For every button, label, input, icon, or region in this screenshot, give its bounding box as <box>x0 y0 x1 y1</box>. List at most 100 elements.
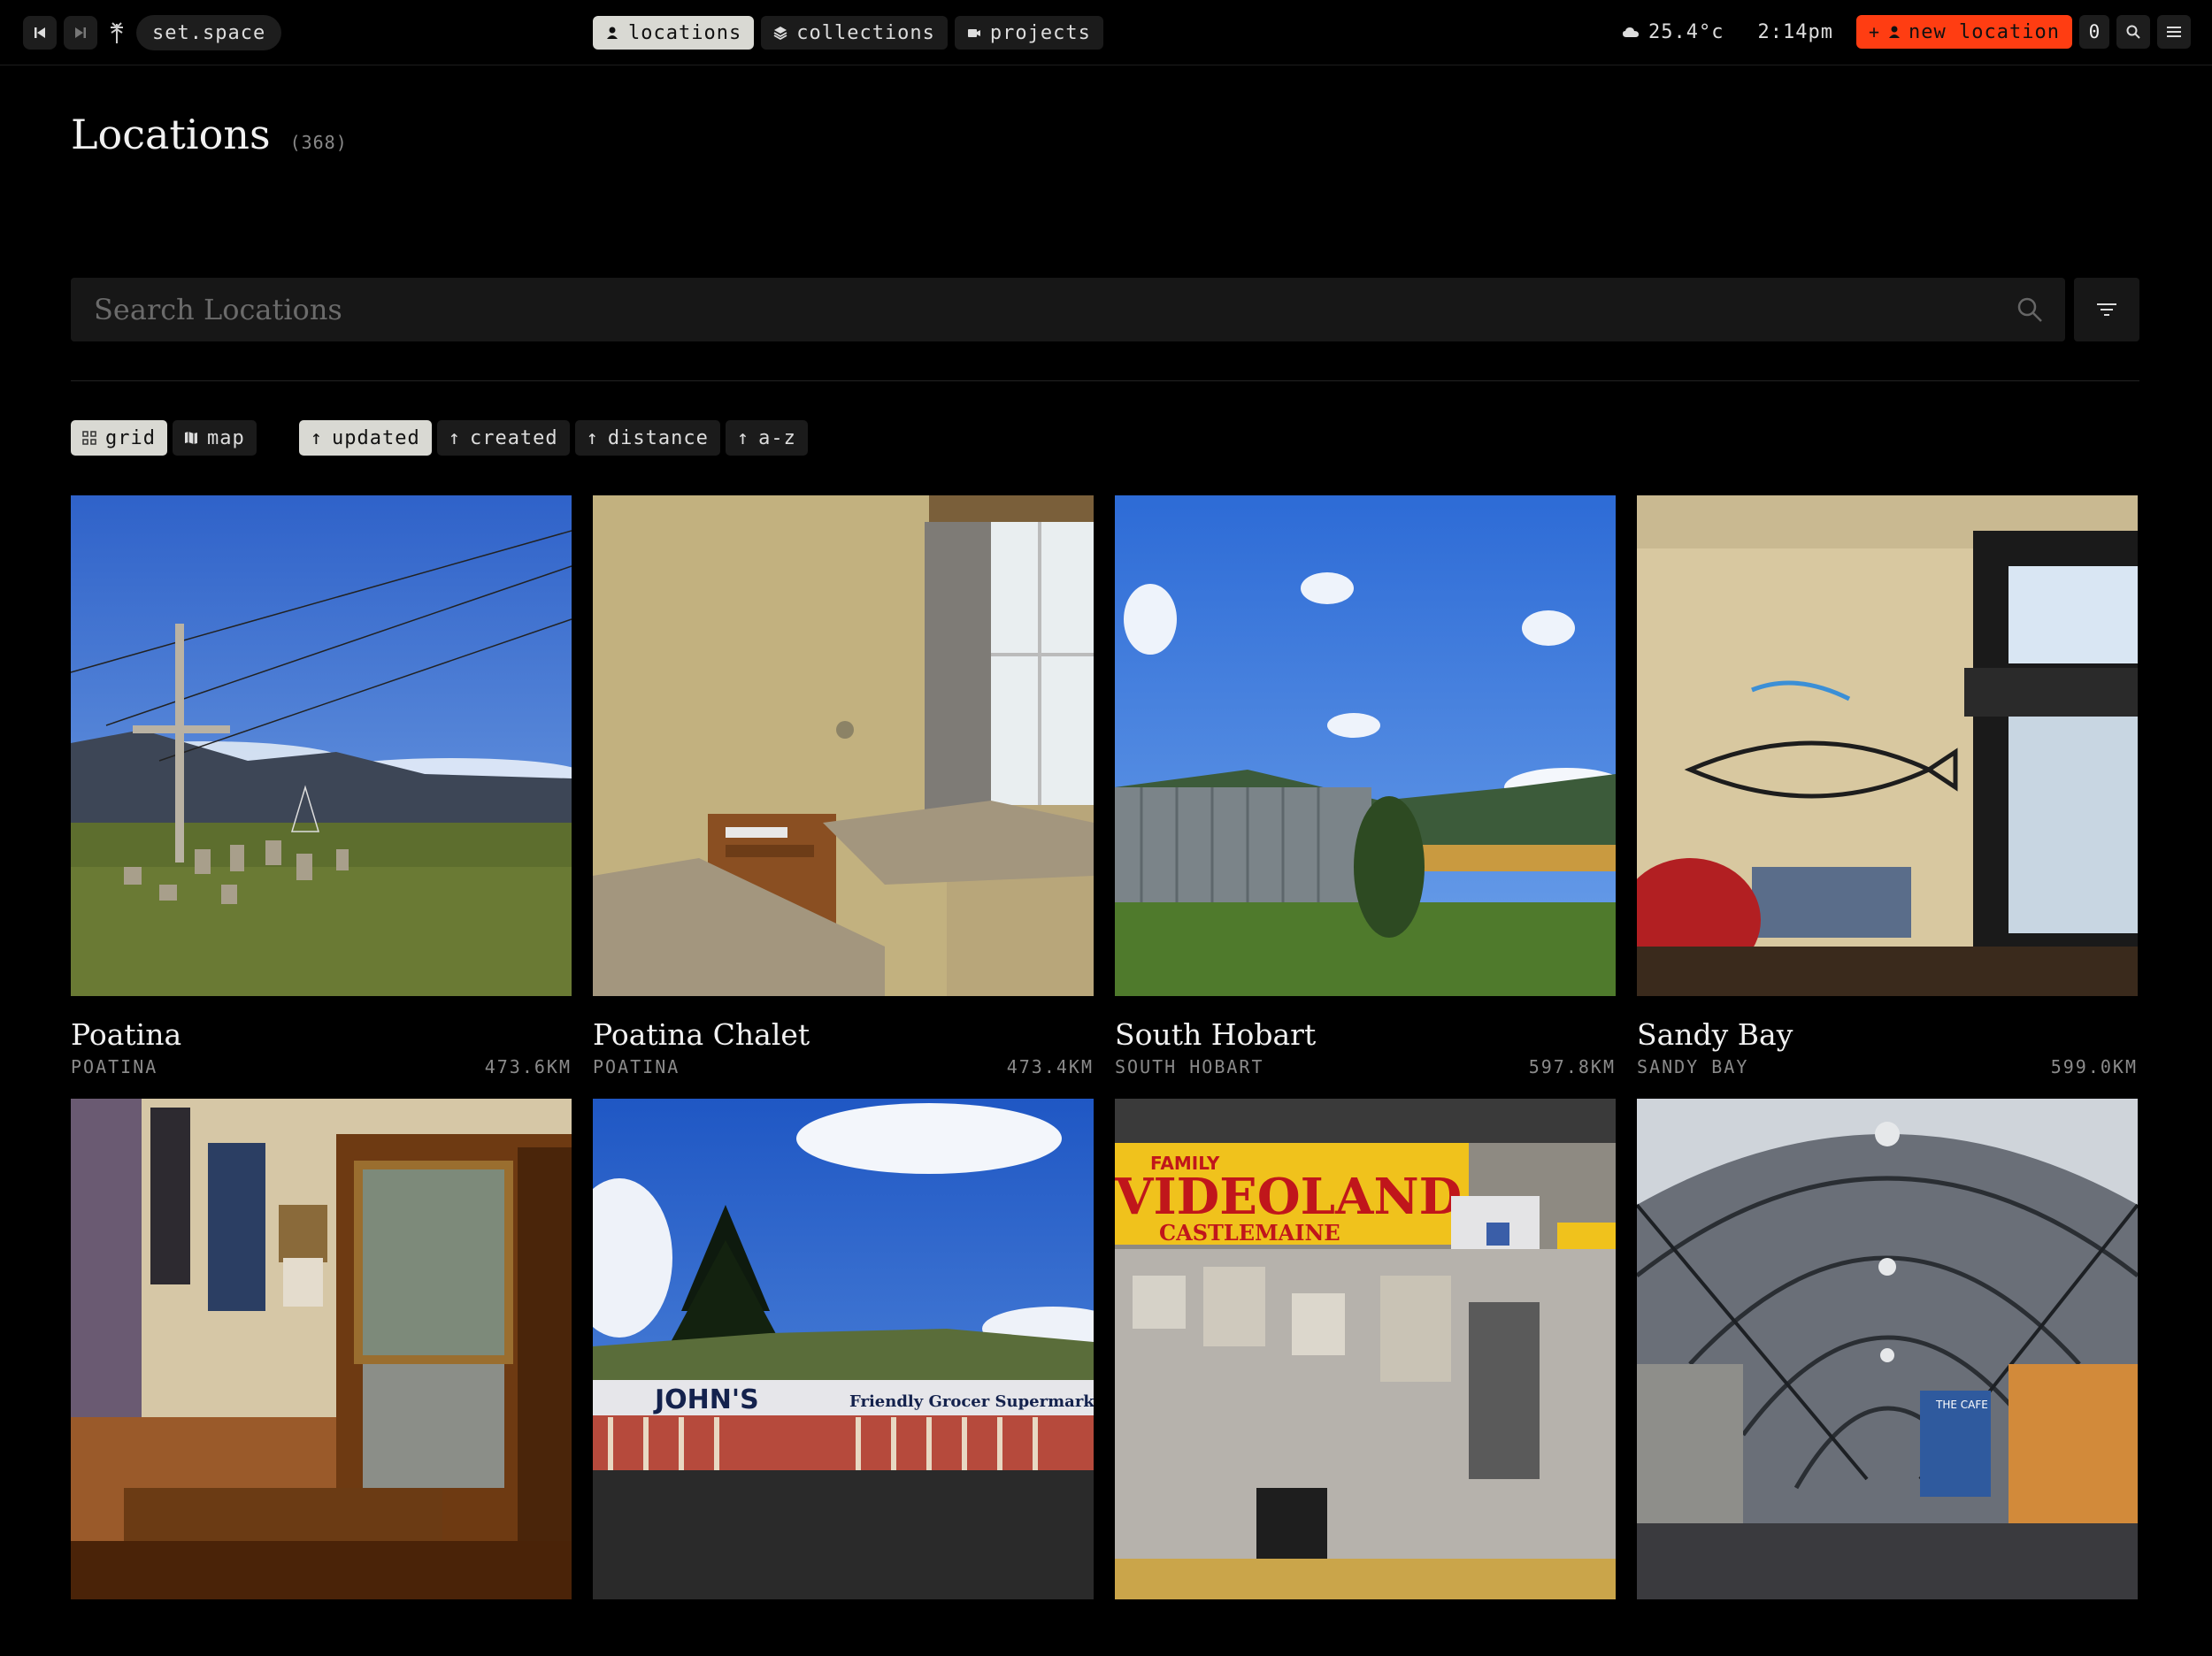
sort-az-label: a-z <box>758 426 796 449</box>
location-card[interactable]: FAMILY VIDEOLAND CASTLEMAINE <box>1115 1099 1616 1656</box>
location-meta <box>1637 1621 2138 1656</box>
location-photo[interactable] <box>1115 495 1616 996</box>
page-title: Locations <box>71 111 271 158</box>
map-icon <box>184 432 197 444</box>
page-header: Locations (368) <box>71 111 348 158</box>
sort-distance-label: distance <box>607 426 709 449</box>
location-card[interactable]: Poatina Chalet POATINA 473.4KM <box>593 495 1094 1092</box>
location-card[interactable]: JOHN'S Friendly Grocer Supermarket <box>593 1099 1094 1656</box>
tab-projects[interactable]: projects <box>954 16 1103 50</box>
weather-status: 25.4°c 2:14pm <box>1622 21 1833 43</box>
sort-updated-label: updated <box>331 426 420 449</box>
top-bar-right: 25.4°c 2:14pm + new location 0 <box>1622 15 2191 49</box>
location-photo[interactable]: JOHN'S Friendly Grocer Supermarket <box>593 1099 1094 1599</box>
arrow-up-icon: ↑ <box>586 426 599 449</box>
divider <box>71 380 2139 381</box>
location-card[interactable] <box>71 1099 572 1656</box>
location-name[interactable]: Poatina <box>71 1017 572 1053</box>
location-photo[interactable] <box>593 495 1094 996</box>
skip-forward-icon <box>75 27 86 38</box>
search-bar <box>71 278 2065 341</box>
arrow-up-icon: ↑ <box>310 426 323 449</box>
location-meta: POATINA 473.4KM <box>593 1056 1094 1092</box>
menu-button[interactable] <box>2157 15 2191 49</box>
arrow-up-icon: ↑ <box>448 426 461 449</box>
hamburger-icon <box>2167 27 2181 37</box>
camera-icon <box>967 29 980 37</box>
sort-az-button[interactable]: ↑ a-z <box>725 420 808 456</box>
shop-sign-main: THE CAFE <box>1935 1399 1988 1411</box>
location-name[interactable]: South Hobart <box>1115 1017 1616 1053</box>
new-location-label: new location <box>1909 20 2060 43</box>
top-bar: set.space locations collections projects… <box>0 0 2212 65</box>
view-toolbar: grid map ↑ updated ↑ created ↑ distance … <box>71 420 813 456</box>
location-photo[interactable]: THE CAFE <box>1637 1099 2138 1599</box>
location-name[interactable]: Sandy Bay <box>1637 1017 2138 1053</box>
plus-pin-icon: + <box>1869 21 1881 42</box>
location-card[interactable]: South Hobart SOUTH HOBART 597.8KM <box>1115 495 1616 1092</box>
search-icon <box>2126 25 2140 39</box>
tab-locations[interactable]: locations <box>593 16 755 50</box>
view-map-button[interactable]: map <box>172 420 257 456</box>
notification-count[interactable]: 0 <box>2079 15 2109 49</box>
space-name[interactable]: set.space <box>136 15 282 50</box>
view-map-label: map <box>206 426 245 449</box>
skip-back-icon <box>35 27 45 38</box>
pin-icon <box>1889 26 1901 38</box>
location-meta: SOUTH HOBART 597.8KM <box>1115 1056 1616 1092</box>
location-card[interactable]: Sandy Bay SANDY BAY 599.0KM <box>1637 495 2138 1092</box>
location-distance: 599.0KM <box>2050 1056 2138 1077</box>
pin-icon <box>607 27 618 39</box>
sort-created-button[interactable]: ↑ created <box>436 420 570 456</box>
sort-created-label: created <box>469 426 558 449</box>
tab-projects-label: projects <box>989 21 1091 44</box>
sort-distance-button[interactable]: ↑ distance <box>574 420 720 456</box>
location-photo[interactable] <box>71 495 572 996</box>
tab-collections-label: collections <box>796 21 935 44</box>
location-meta: POATINA 473.6KM <box>71 1056 572 1092</box>
location-meta <box>1115 1621 1616 1656</box>
temperature: 25.4°c <box>1648 20 1724 43</box>
location-photo[interactable] <box>71 1099 572 1599</box>
location-grid: Poatina POATINA 473.6KM Poatina Chalet P… <box>71 495 2138 1656</box>
arrow-up-icon: ↑ <box>736 426 750 449</box>
tab-collections[interactable]: collections <box>761 16 948 50</box>
location-photo[interactable]: FAMILY VIDEOLAND CASTLEMAINE <box>1115 1099 1616 1599</box>
back-button[interactable] <box>23 16 57 50</box>
location-count: (368) <box>289 132 348 153</box>
location-region: POATINA <box>593 1056 680 1077</box>
search-button[interactable] <box>2116 15 2150 49</box>
location-name[interactable]: Poatina Chalet <box>593 1017 1094 1053</box>
logo-icon[interactable] <box>104 16 129 50</box>
cloud-icon <box>1623 27 1640 37</box>
search-input[interactable] <box>92 292 2016 327</box>
filter-icon <box>2097 303 2116 316</box>
shop-sign-sub: Friendly Grocer Supermarket <box>849 1392 1094 1411</box>
location-region: SANDY BAY <box>1637 1056 1749 1077</box>
location-distance: 473.4KM <box>1006 1056 1094 1077</box>
shop-sign-main: VIDEOLAND <box>1115 1168 1462 1226</box>
location-region: POATINA <box>71 1056 158 1077</box>
location-distance: 473.6KM <box>484 1056 572 1077</box>
location-photo[interactable] <box>1637 495 2138 996</box>
layers-icon <box>773 27 787 40</box>
shop-sign-sub: CASTLEMAINE <box>1159 1220 1340 1246</box>
clock-time: 2:14pm <box>1757 20 1833 43</box>
location-card[interactable]: THE CAFE <box>1637 1099 2138 1656</box>
tab-locations-label: locations <box>628 21 742 44</box>
location-meta <box>71 1621 572 1656</box>
new-location-button[interactable]: + new location <box>1856 15 2072 49</box>
filter-button[interactable] <box>2074 278 2139 341</box>
top-bar-left: set.space <box>23 15 282 50</box>
location-meta: SANDY BAY 599.0KM <box>1637 1056 2138 1092</box>
view-grid-label: grid <box>105 426 156 449</box>
grid-icon <box>82 431 96 445</box>
shop-sign-main: JOHN'S <box>653 1384 759 1415</box>
sort-updated-button[interactable]: ↑ updated <box>298 420 432 456</box>
view-grid-button[interactable]: grid <box>71 420 167 456</box>
forward-button[interactable] <box>64 16 97 50</box>
location-meta <box>593 1621 1094 1656</box>
location-region: SOUTH HOBART <box>1115 1056 1264 1077</box>
location-card[interactable]: Poatina POATINA 473.6KM <box>71 495 572 1092</box>
search-icon[interactable] <box>2016 295 2044 324</box>
